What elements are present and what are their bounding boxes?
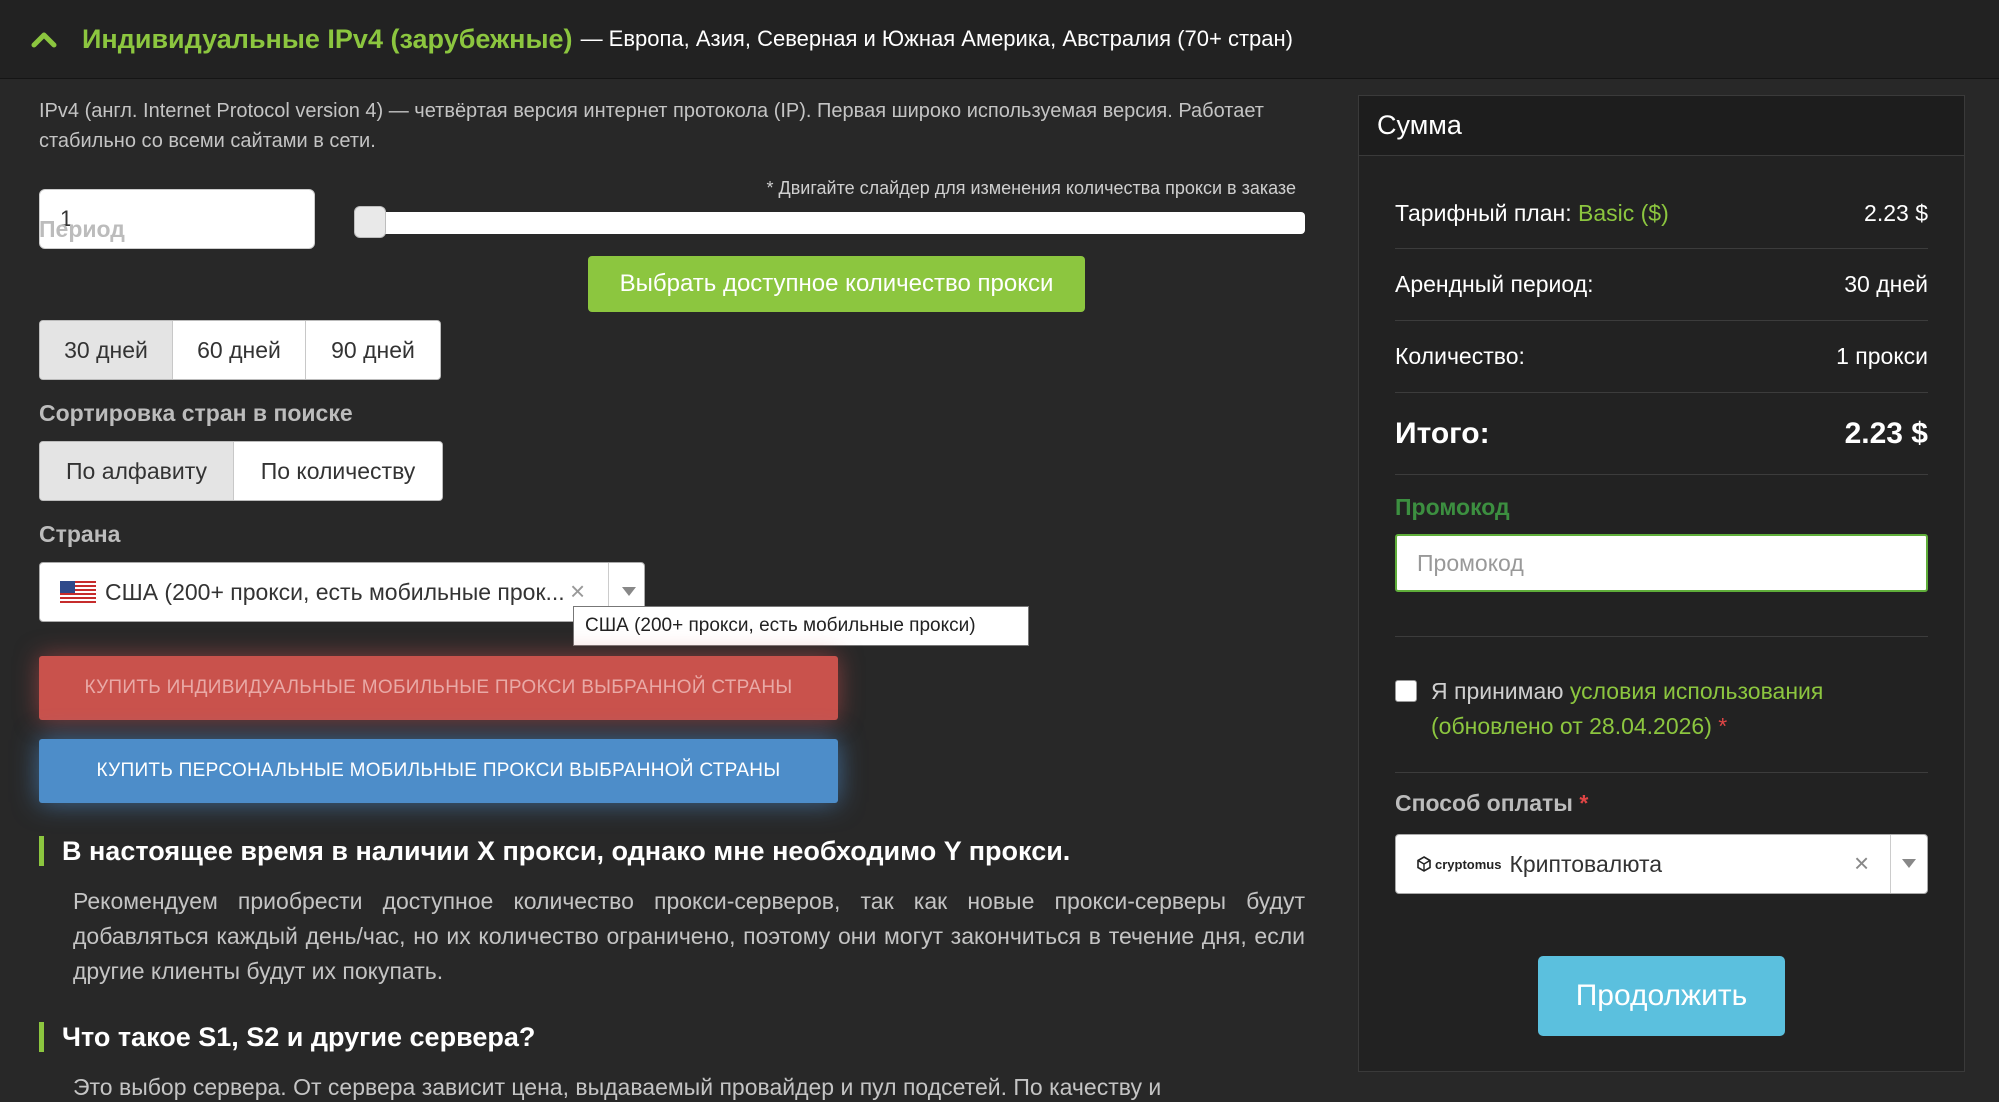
period-option-90[interactable]: 90 дней: [306, 321, 440, 379]
quantity-slider[interactable]: [354, 212, 1305, 234]
continue-button[interactable]: Продолжить: [1538, 956, 1785, 1036]
sort-label: Сортировка стран в поиске: [39, 400, 353, 426]
country-select[interactable]: США (200+ прокси, есть мобильные прок...…: [39, 562, 645, 622]
payment-label: Способ оплаты *: [1395, 790, 1588, 817]
select-available-button[interactable]: Выбрать доступное количество прокси: [588, 256, 1085, 312]
order-form: IPv4 (англ. Internet Protocol version 4)…: [0, 80, 1340, 1102]
payment-label-text: Способ оплаты: [1395, 790, 1573, 816]
terms-prefix: Я принимаю: [1431, 678, 1564, 704]
summary-row-quantity: Количество: 1 прокси: [1395, 321, 1928, 393]
payment-value: Криптовалюта: [1509, 850, 1663, 877]
summary-row-period: Арендный период: 30 дней: [1395, 249, 1928, 321]
total-value: 2.23 $: [1844, 416, 1928, 450]
sort-option-alphabet[interactable]: По алфавиту: [40, 442, 234, 500]
sort-option-quantity[interactable]: По количеству: [234, 442, 442, 500]
faq-question: Что такое S1, S2 и другие сервера?: [39, 1022, 535, 1052]
terms-checkbox[interactable]: [1395, 680, 1417, 702]
chevron-down-icon[interactable]: [622, 587, 636, 596]
total-label: Итого:: [1395, 416, 1490, 450]
terms-text: Я принимаю условия использования (обновл…: [1431, 674, 1928, 744]
country-label: Страна: [39, 521, 121, 547]
divider: [1395, 636, 1928, 637]
payment-select[interactable]: cryptomus Криптовалюта ×: [1395, 834, 1928, 894]
plan-price: 2.23 $: [1864, 199, 1928, 226]
clear-icon[interactable]: ×: [1854, 848, 1869, 879]
promo-input[interactable]: Промокод: [1395, 534, 1928, 592]
summary-row-plan: Тарифный план: Basic ($) 2.23 $: [1395, 178, 1928, 249]
faq-answer: Это выбор сервера. От сервера зависит це…: [73, 1074, 1162, 1100]
select-divider: [1890, 835, 1891, 893]
terms-agreement: Я принимаю условия использования (обновл…: [1395, 674, 1928, 744]
slider-handle[interactable]: [354, 206, 386, 238]
period-option-30[interactable]: 30 дней: [40, 321, 173, 379]
clear-icon[interactable]: ×: [570, 576, 585, 607]
sort-selector: По алфавиту По количеству: [39, 441, 443, 501]
required-mark: *: [1718, 713, 1728, 739]
plan-label: Тарифный план:: [1395, 199, 1572, 226]
cryptomus-logo-text: cryptomus: [1435, 856, 1502, 872]
plan-label-group: Тарифный план: Basic ($): [1395, 200, 1669, 227]
buy-personal-mobile-button[interactable]: КУПИТЬ ПЕРСОНАЛЬНЫЕ МОБИЛЬНЫЕ ПРОКСИ ВЫБ…: [39, 739, 838, 803]
required-mark: *: [1579, 790, 1589, 816]
period-selector: 30 дней 60 дней 90 дней: [39, 320, 441, 380]
faq-answer: Рекомендуем приобрести доступное количес…: [73, 888, 1305, 984]
divider: [1395, 772, 1928, 773]
promo-label: Промокод: [1395, 494, 1510, 520]
section-header[interactable]: Индивидуальные IPv4 (зарубежные) — Европ…: [0, 0, 1999, 79]
us-flag-icon: [60, 581, 96, 603]
quantity-summary-value: 1 прокси: [1836, 343, 1928, 369]
period-label: Период: [39, 216, 125, 242]
order-summary: Сумма Тарифный план: Basic ($) 2.23 $ Ар…: [1358, 95, 1965, 1072]
summary-row-total: Итого: 2.23 $: [1395, 393, 1928, 475]
faq-question: В настоящее время в наличии X прокси, од…: [39, 836, 1070, 866]
country-tooltip: США (200+ прокси, есть мобильные прокси): [573, 606, 1029, 646]
summary-title: Сумма: [1359, 96, 1964, 156]
period-summary-label: Арендный период:: [1395, 271, 1594, 297]
period-summary-value: 30 дней: [1844, 271, 1928, 297]
quantity-summary-label: Количество:: [1395, 343, 1525, 369]
country-value: США (200+ прокси, есть мобильные прок...: [105, 578, 565, 605]
section-subtitle: — Европа, Азия, Северная и Южная Америка…: [580, 26, 1293, 51]
buy-individual-mobile-button[interactable]: КУПИТЬ ИНДИВИДУАЛЬНЫЕ МОБИЛЬНЫЕ ПРОКСИ В…: [39, 656, 838, 720]
slider-hint: * Двигайте слайдер для изменения количес…: [766, 178, 1296, 198]
chevron-down-icon[interactable]: [1902, 859, 1916, 868]
section-title: Индивидуальные IPv4 (зарубежные): [82, 23, 573, 54]
plan-name: Basic ($): [1578, 199, 1669, 226]
period-option-60[interactable]: 60 дней: [173, 321, 306, 379]
intro-text: IPv4 (англ. Internet Protocol version 4)…: [39, 100, 1264, 152]
cryptomus-logo: cryptomus: [1416, 856, 1501, 872]
chevron-up-icon[interactable]: [28, 23, 60, 55]
